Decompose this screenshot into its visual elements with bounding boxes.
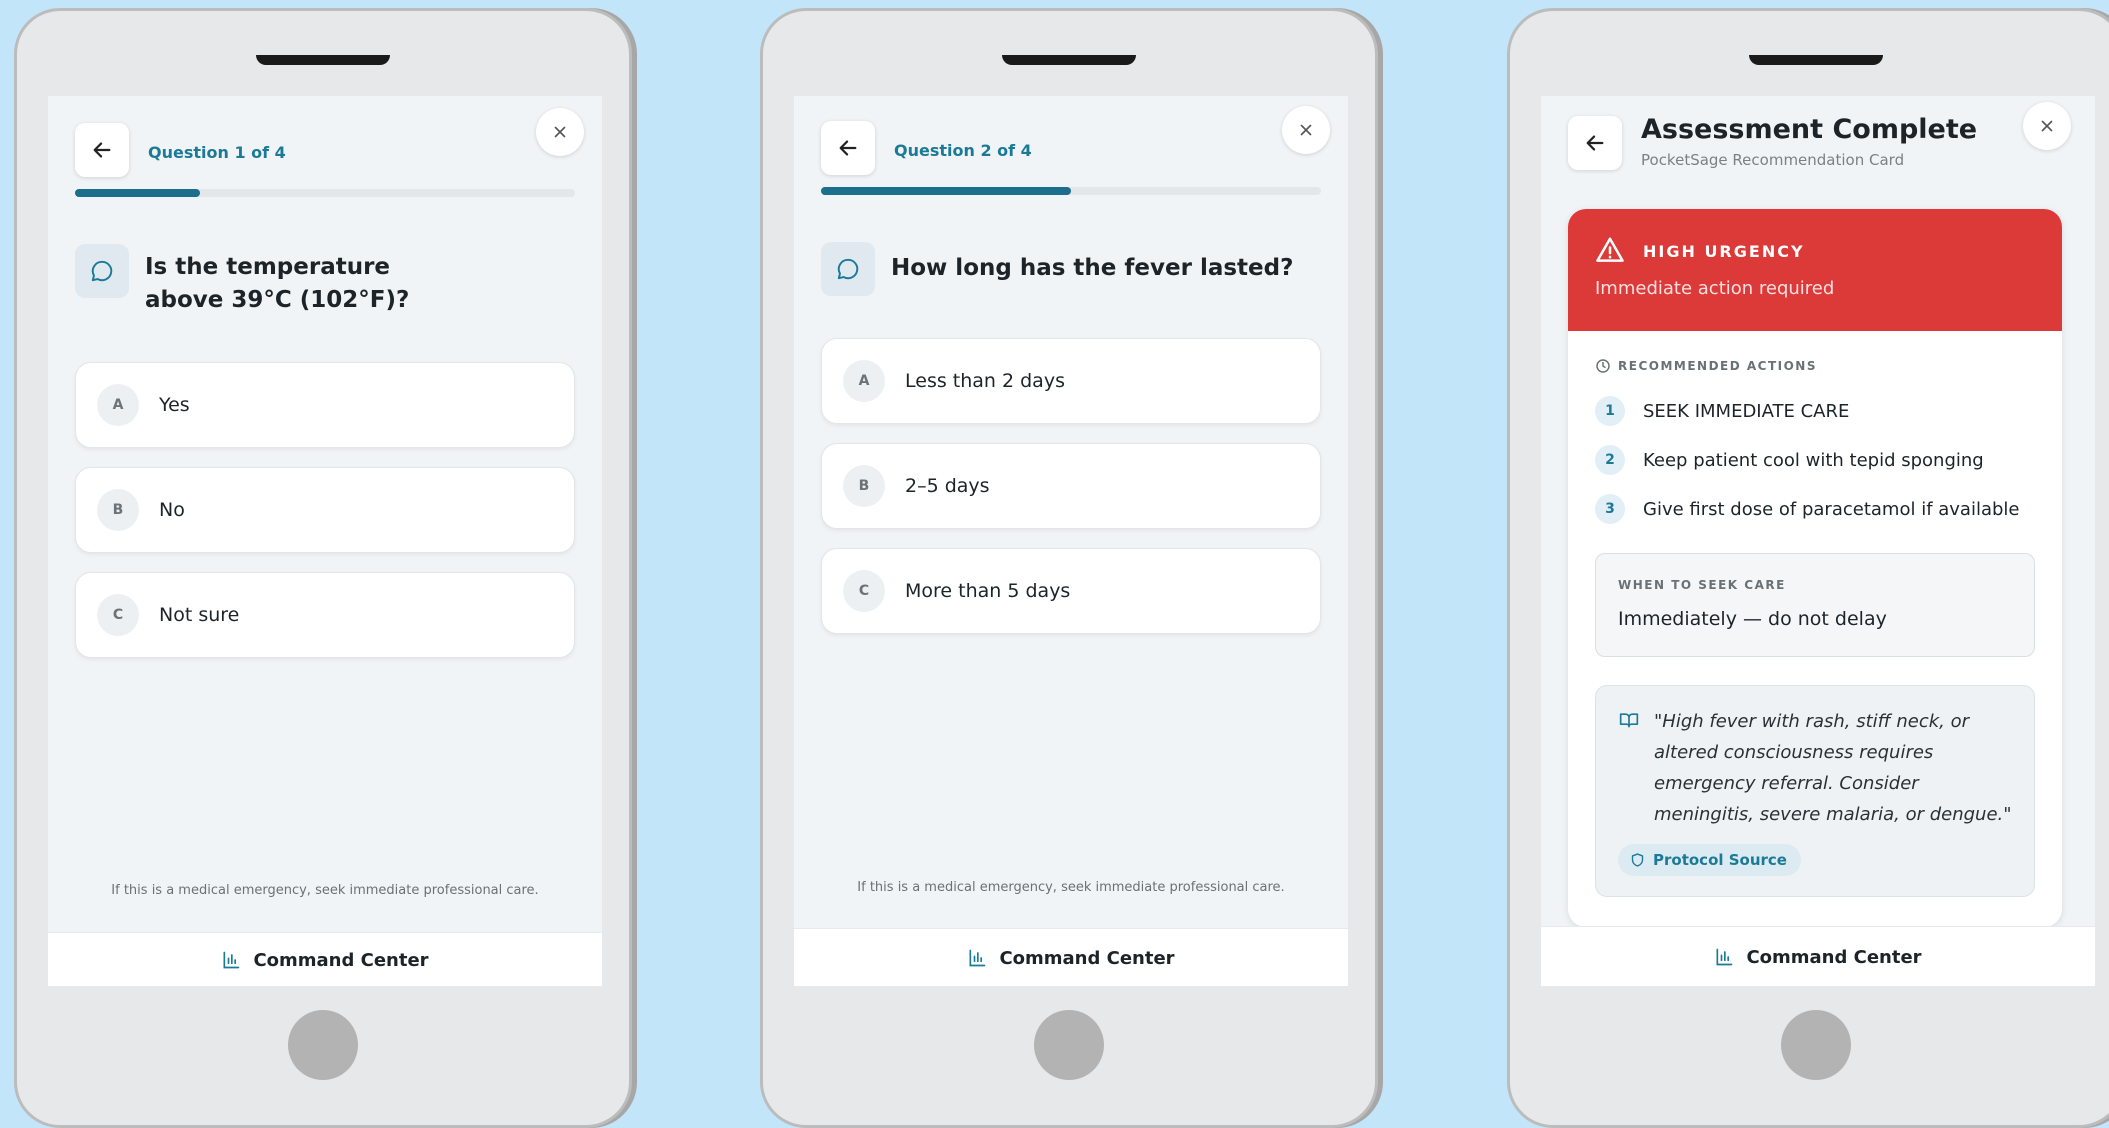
command-center-label: Command Center [253,949,429,971]
emergency-disclaimer: If this is a medical emergency, seek imm… [857,880,1285,895]
command-center-label: Command Center [999,947,1175,969]
option-c[interactable]: C More than 5 days [821,548,1321,634]
action-text: Keep patient cool with tepid sponging [1643,449,1984,471]
protocol-source-badge[interactable]: Protocol Source [1618,844,1801,876]
option-label: More than 5 days [905,580,1071,602]
chat-bubble-icon [837,258,859,280]
seek-care-label: WHEN TO SEEK CARE [1618,578,1786,592]
seek-care-value: Immediately — do not delay [1618,608,1887,630]
recommendation-card: HIGH URGENCY Immediate action required R… [1568,209,2062,927]
action-number: 2 [1595,445,1625,475]
back-button[interactable] [75,123,129,177]
question-line-2: above 39°C (102°F)? [145,287,410,313]
open-book-icon [1619,713,1639,728]
screen-question-2: Question 2 of 4 How long has the fever l… [794,96,1348,986]
option-letter: B [843,465,885,507]
question-icon [821,242,875,296]
protocol-source-label: Protocol Source [1653,851,1787,869]
phone-frame-question-1: Question 1 of 4 Is the temperature above… [14,8,632,1128]
action-text: Give first dose of paracetamol if availa… [1643,498,2020,520]
phone-speaker [1002,55,1136,65]
bar-chart-icon [1716,948,1733,966]
close-button[interactable] [2023,102,2071,150]
option-label: No [159,499,185,521]
urgency-subtitle: Immediate action required [1595,278,1835,299]
option-c[interactable]: C Not sure [75,572,575,658]
option-a[interactable]: A Less than 2 days [821,338,1321,424]
command-center-nav[interactable]: Command Center [794,928,1348,986]
option-letter: A [843,360,885,402]
arrow-left-icon [1586,135,1604,151]
progress-bar [821,187,1321,195]
progress-fill [75,189,200,197]
close-icon [554,126,566,138]
bar-chart-icon [969,949,986,967]
actions-heading: RECOMMENDED ACTIONS [1618,359,1817,373]
question-counter: Question 2 of 4 [894,141,1032,160]
chat-bubble-icon [91,260,113,282]
page-title: Assessment Complete [1641,114,1978,145]
action-text: SEEK IMMEDIATE CARE [1643,400,1850,422]
close-icon [2041,120,2053,132]
action-item: 1 SEEK IMMEDIATE CARE [1595,396,1849,426]
back-button[interactable] [821,121,875,175]
urgency-label: HIGH URGENCY [1643,242,1805,261]
option-letter: C [843,570,885,612]
progress-bar [75,189,575,197]
action-item: 3 Give first dose of paracetamol if avai… [1595,494,2020,524]
question-counter: Question 1 of 4 [148,143,286,162]
option-b[interactable]: B No [75,467,575,553]
option-letter: B [97,489,139,531]
command-center-label: Command Center [1746,946,1922,968]
close-icon [1300,124,1312,136]
option-label: Not sure [159,604,240,626]
back-button[interactable] [1568,116,1622,170]
shield-icon [1631,853,1644,867]
urgency-banner: HIGH URGENCY Immediate action required [1568,209,2062,331]
when-to-seek-care-box: WHEN TO SEEK CARE Immediately — do not d… [1595,553,2035,657]
action-number: 3 [1595,494,1625,524]
close-button[interactable] [536,108,584,156]
protocol-quote-box: "High fever with rash, stiff neck, or al… [1595,685,2035,897]
option-a[interactable]: A Yes [75,362,575,448]
bar-chart-icon [223,951,240,969]
clock-icon [1596,359,1610,373]
phone-speaker [1749,55,1883,65]
home-button[interactable] [1781,1010,1851,1080]
arrow-left-icon [93,142,111,158]
option-label: Less than 2 days [905,370,1065,392]
warning-triangle-icon [1596,237,1624,262]
option-label: Yes [159,394,190,416]
question-icon [75,244,129,298]
action-number: 1 [1595,396,1625,426]
option-letter: A [97,384,139,426]
close-button[interactable] [1282,106,1330,154]
action-item: 2 Keep patient cool with tepid sponging [1595,445,1984,475]
screen-assessment-complete: Assessment Complete PocketSage Recommend… [1541,96,2095,986]
emergency-disclaimer: If this is a medical emergency, seek imm… [111,883,539,898]
arrow-left-icon [839,140,857,156]
option-letter: C [97,594,139,636]
question-text: How long has the fever lasted? [891,255,1294,281]
home-button[interactable] [288,1010,358,1080]
actions-heading-row: RECOMMENDED ACTIONS [1595,358,1817,374]
question-line-1: Is the temperature [145,254,391,280]
phone-speaker [256,55,390,65]
question-text: Is the temperature above 39°C (102°F)? [145,251,409,317]
phone-frame-question-2: Question 2 of 4 How long has the fever l… [760,8,1378,1128]
screen-question-1: Question 1 of 4 Is the temperature above… [48,96,602,986]
progress-fill [821,187,1071,195]
command-center-nav[interactable]: Command Center [48,932,602,986]
command-center-nav[interactable]: Command Center [1541,926,2095,986]
option-label: 2–5 days [905,475,990,497]
page-subtitle: PocketSage Recommendation Card [1641,151,1905,169]
home-button[interactable] [1034,1010,1104,1080]
phone-frame-result: Assessment Complete PocketSage Recommend… [1507,8,2109,1128]
protocol-quote: "High fever with rash, stiff neck, or al… [1654,711,2012,825]
option-b[interactable]: B 2–5 days [821,443,1321,529]
